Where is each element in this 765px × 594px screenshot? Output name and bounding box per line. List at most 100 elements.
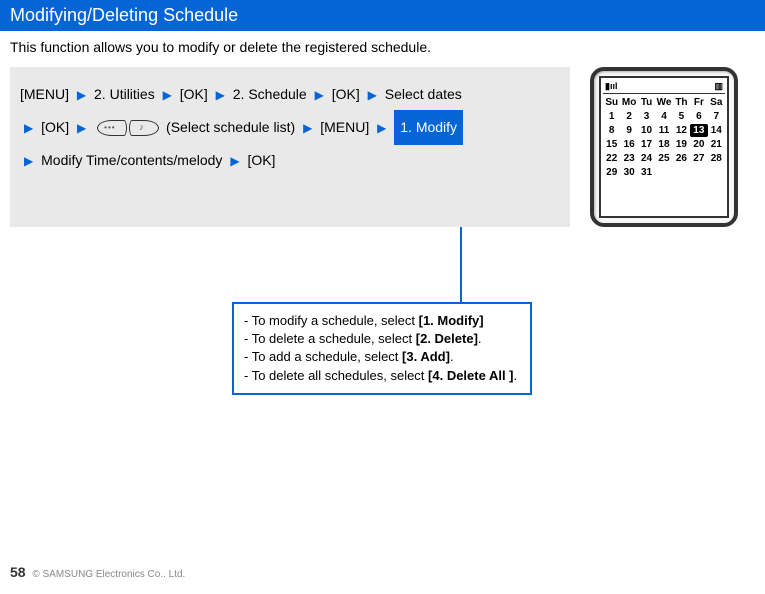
callout-bold: [3. Add] — [402, 349, 450, 364]
calendar-date-cell: 17 — [638, 138, 655, 151]
calendar-date-cell: 13 — [690, 124, 707, 137]
callout-bold: [2. Delete] — [416, 331, 478, 346]
calendar-date-cell: 10 — [638, 124, 655, 137]
signal-icon: ▮ııl — [605, 81, 617, 92]
arrow-icon: ▶ — [216, 88, 225, 102]
step-ok: [OK] — [180, 86, 208, 102]
calendar-grid: SuMoTuWeThFrSa12345678910111213141516171… — [603, 94, 725, 179]
calendar-date-cell — [655, 166, 672, 179]
callout-text: - To modify a schedule, select — [244, 313, 419, 328]
modify-badge: 1. Modify — [394, 110, 463, 145]
callout-text: . — [450, 349, 454, 364]
calendar-day-header: Fr — [690, 96, 707, 109]
calendar-date-cell: 21 — [708, 138, 725, 151]
calendar-date-cell: 26 — [673, 152, 690, 165]
calendar-date-cell: 18 — [655, 138, 672, 151]
callout-bold: [1. Modify] — [419, 313, 484, 328]
calendar-day-header: Mo — [620, 96, 637, 109]
callout-connector-line — [460, 227, 462, 303]
calendar-date-cell: 29 — [603, 166, 620, 179]
calendar-date-cell — [690, 166, 707, 179]
arrow-icon: ▶ — [77, 88, 86, 102]
calendar-day-header: Tu — [638, 96, 655, 109]
page-title: Modifying/Deleting Schedule — [10, 5, 238, 25]
callout-text: - To add a schedule, select — [244, 349, 402, 364]
calendar-date-cell: 9 — [620, 124, 637, 137]
page-title-bar: Modifying/Deleting Schedule — [0, 0, 765, 31]
callout-text: - To delete a schedule, select — [244, 331, 416, 346]
step-menu2: [MENU] — [320, 119, 369, 135]
phone-status-bar: ▮ııl ▥ — [603, 80, 725, 94]
step-ok: [OK] — [332, 86, 360, 102]
calendar-date-cell: 31 — [638, 166, 655, 179]
nav-key-icons — [97, 120, 159, 136]
calendar-date-cell: 6 — [690, 110, 707, 123]
calendar-date-cell: 30 — [620, 166, 637, 179]
step-modify-time: Modify Time/contents/melody — [41, 152, 222, 168]
arrow-icon: ▶ — [368, 88, 377, 102]
step-menu: [MENU] — [20, 86, 69, 102]
calendar-date-cell: 12 — [673, 124, 690, 137]
callout-bold: [4. Delete All ] — [428, 368, 513, 383]
calendar-date-cell: 2 — [620, 110, 637, 123]
callout-text: . — [514, 368, 518, 383]
calendar-date-cell: 23 — [620, 152, 637, 165]
arrow-icon: ▶ — [315, 88, 324, 102]
battery-icon: ▥ — [714, 81, 723, 92]
calendar-date-cell — [708, 166, 725, 179]
calendar-date-cell — [673, 166, 690, 179]
calendar-date-cell: 8 — [603, 124, 620, 137]
step-schedule: 2. Schedule — [233, 86, 307, 102]
calendar-date-cell: 7 — [708, 110, 725, 123]
calendar-date-cell: 22 — [603, 152, 620, 165]
callout-text: . — [478, 331, 482, 346]
phone-screen-inner: ▮ııl ▥ SuMoTuWeThFrSa1234567891011121314… — [599, 76, 729, 218]
intro-text: This function allows you to modify or de… — [0, 31, 765, 67]
callout-text: - To delete all schedules, select — [244, 368, 428, 383]
content-row: [MENU] ▶ 2. Utilities ▶ [OK] ▶ 2. Schedu… — [0, 67, 765, 227]
step-select-list: (Select schedule list) — [166, 119, 295, 135]
arrow-icon: ▶ — [77, 121, 86, 135]
arrow-icon: ▶ — [24, 121, 33, 135]
callout-box: - To modify a schedule, select [1. Modif… — [232, 302, 532, 395]
calendar-date-cell: 14 — [708, 124, 725, 137]
calendar-date-cell: 28 — [708, 152, 725, 165]
callout-line-1: - To modify a schedule, select [1. Modif… — [244, 312, 520, 330]
calendar-date-cell: 5 — [673, 110, 690, 123]
arrow-icon: ▶ — [163, 88, 172, 102]
calendar-date-cell: 15 — [603, 138, 620, 151]
phone-screen-frame: ▮ııl ▥ SuMoTuWeThFrSa1234567891011121314… — [590, 67, 738, 227]
copyright-text: © SAMSUNG Electronics Co.. Ltd. — [32, 569, 185, 580]
page-number: 58 — [10, 564, 26, 580]
step-utilities: 2. Utilities — [94, 86, 155, 102]
calendar-date-cell: 1 — [603, 110, 620, 123]
callout-line-4: - To delete all schedules, select [4. De… — [244, 367, 520, 385]
calendar-date-cell: 25 — [655, 152, 672, 165]
calendar-date-cell: 20 — [690, 138, 707, 151]
callout-line-2: - To delete a schedule, select [2. Delet… — [244, 330, 520, 348]
calendar-date-cell: 16 — [620, 138, 637, 151]
arrow-icon: ▶ — [24, 154, 33, 168]
page-footer: 58 © SAMSUNG Electronics Co.. Ltd. — [10, 564, 185, 580]
navigation-steps-box: [MENU] ▶ 2. Utilities ▶ [OK] ▶ 2. Schedu… — [10, 67, 570, 227]
arrow-icon: ▶ — [303, 121, 312, 135]
calendar-date-cell: 24 — [638, 152, 655, 165]
calendar-date-cell: 27 — [690, 152, 707, 165]
calendar-day-header: Th — [673, 96, 690, 109]
callout-line-3: - To add a schedule, select [3. Add]. — [244, 348, 520, 366]
right-softkey-icon — [129, 120, 159, 136]
calendar-date-cell: 4 — [655, 110, 672, 123]
arrow-icon: ▶ — [377, 121, 386, 135]
calendar-day-header: Sa — [708, 96, 725, 109]
step-select-dates: Select dates — [385, 86, 462, 102]
calendar-date-cell: 11 — [655, 124, 672, 137]
step-ok: [OK] — [41, 119, 69, 135]
calendar-day-header: Su — [603, 96, 620, 109]
arrow-icon: ▶ — [230, 154, 239, 168]
calendar-date-cell: 3 — [638, 110, 655, 123]
phone-preview-column: ▮ııl ▥ SuMoTuWeThFrSa1234567891011121314… — [590, 67, 740, 227]
step-ok: [OK] — [247, 152, 275, 168]
calendar-date-cell: 19 — [673, 138, 690, 151]
calendar-day-header: We — [655, 96, 672, 109]
left-softkey-icon — [97, 120, 127, 136]
